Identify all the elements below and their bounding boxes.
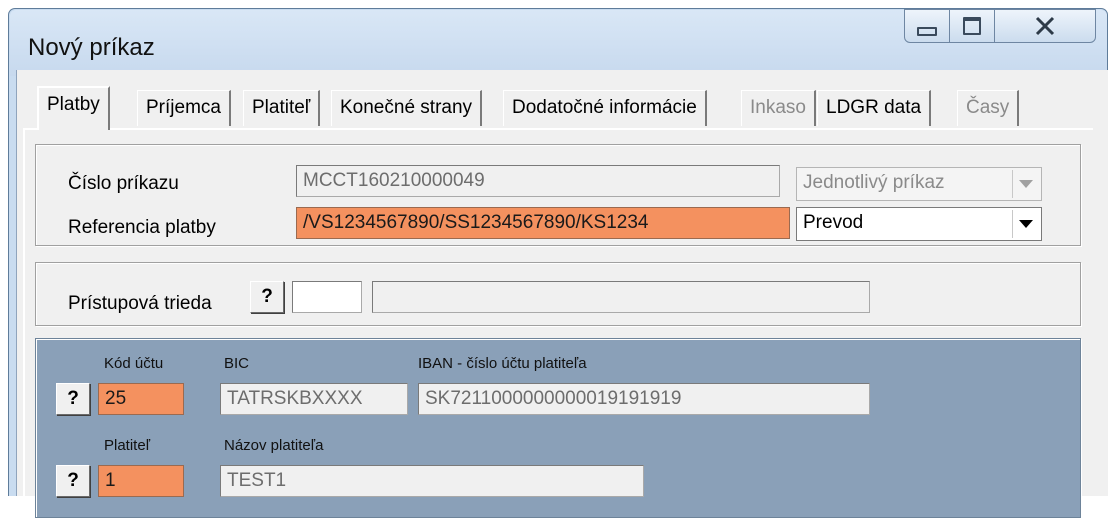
maximize-button[interactable]	[949, 9, 995, 43]
payment-reference-label: Referencia platby	[68, 217, 216, 238]
payment-method-select[interactable]: Prevod	[796, 207, 1042, 241]
tab-inkaso: Inkaso	[741, 90, 816, 126]
payer-name-field: TEST1	[220, 465, 644, 497]
bic-label: BIC	[224, 355, 250, 372]
payment-reference-input[interactable]: /VS1234567890/SS1234567890/KS1234	[296, 207, 790, 239]
minimize-button[interactable]	[904, 9, 950, 43]
close-icon	[1035, 16, 1055, 36]
dropdown-arrow-icon	[1012, 170, 1039, 198]
payment-method-value: Prevod	[803, 212, 864, 233]
tab-ldgr-data[interactable]: LDGR data	[817, 90, 932, 126]
payer-account-panel: Kód účtu ? 25 BIC TATRSKBXXXX IBAN - čís…	[35, 338, 1081, 518]
order-number-label: Číslo príkazu	[68, 173, 179, 194]
access-class-code-input[interactable]	[292, 281, 362, 313]
account-code-input[interactable]: 25	[98, 383, 184, 415]
iban-field: SK7211000000000019191919	[418, 383, 870, 415]
account-code-label: Kód účtu	[104, 355, 164, 372]
tab-prijemca[interactable]: Príjemca	[137, 90, 231, 126]
tab-konecne-strany[interactable]: Konečné strany	[331, 90, 483, 126]
tab-platby[interactable]: Platby	[37, 86, 110, 130]
tab-label: LDGR data	[826, 97, 922, 118]
order-type-select: Jednotlivý príkaz	[796, 167, 1042, 201]
access-class-name-field	[372, 281, 870, 313]
tab-dodatocne-informacie[interactable]: Dodatočné informácie	[503, 90, 707, 126]
minimize-icon	[917, 26, 937, 36]
title-bar[interactable]: Nový príkaz	[10, 9, 1107, 76]
access-help-button[interactable]: ?	[250, 281, 284, 313]
maximize-icon	[963, 17, 981, 35]
tab-panel-platby: Číslo príkazu MCCT160210000049 Jednotliv…	[23, 128, 1093, 518]
tab-label: Konečné strany	[340, 97, 473, 118]
access-group: Prístupová trieda ?	[35, 262, 1081, 326]
payer-input[interactable]: 1	[98, 465, 184, 497]
window-title: Nový príkaz	[28, 34, 155, 61]
tab-label: Platiteľ	[252, 97, 311, 118]
dialog-client-area: Platby Príjemca Platiteľ Konečné strany …	[16, 70, 1108, 518]
account-code-help-button[interactable]: ?	[56, 383, 90, 415]
close-button[interactable]	[994, 9, 1096, 43]
bic-field: TATRSKBXXXX	[220, 383, 408, 415]
order-number-field: MCCT160210000049	[296, 165, 780, 197]
payer-name-label: Názov platiteľa	[224, 437, 324, 454]
tab-label: Inkaso	[750, 97, 806, 118]
tab-casy: Časy	[957, 90, 1020, 126]
order-type-value: Jednotlivý príkaz	[803, 172, 945, 193]
tab-label: Dodatočné informácie	[512, 97, 697, 118]
tab-platitel[interactable]: Platiteľ	[243, 90, 321, 126]
order-group: Číslo príkazu MCCT160210000049 Jednotliv…	[35, 144, 1081, 246]
tab-label: Príjemca	[146, 97, 221, 118]
access-class-label: Prístupová trieda	[68, 293, 212, 314]
tab-label: Časy	[966, 97, 1010, 118]
iban-label: IBAN - číslo účtu platiteľa	[418, 355, 587, 372]
dropdown-arrow-icon	[1012, 210, 1039, 238]
payer-label: Platiteľ	[104, 437, 151, 454]
tab-label: Platby	[47, 94, 100, 115]
payer-help-button[interactable]: ?	[56, 465, 90, 497]
